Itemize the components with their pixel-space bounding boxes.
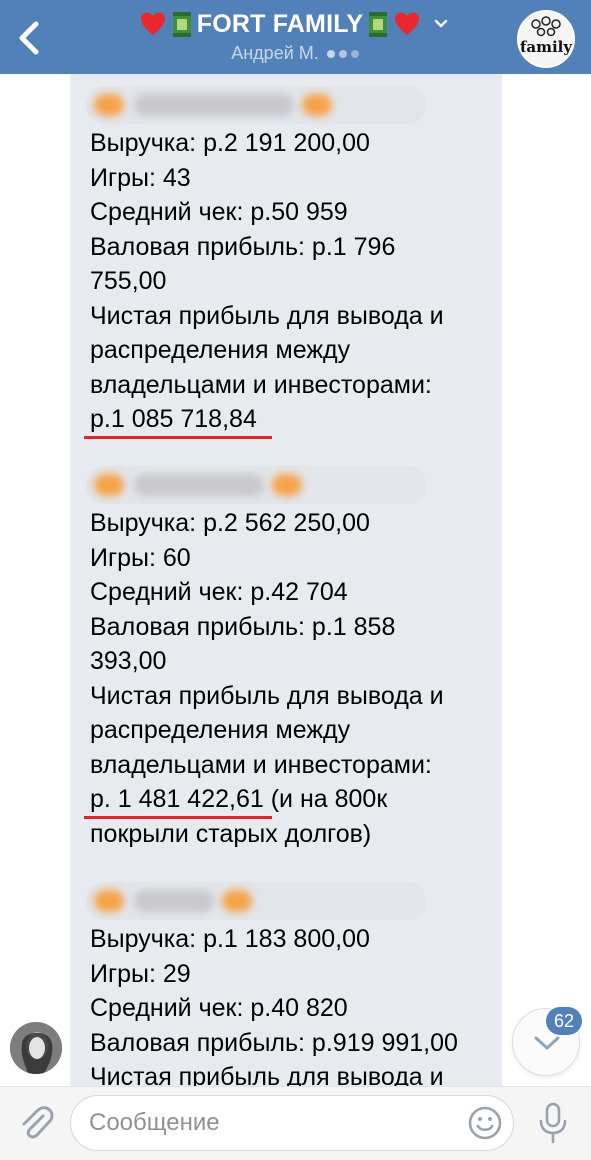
message-line: 393,00	[90, 647, 167, 675]
smile-icon[interactable]	[467, 1105, 503, 1141]
chat-title-area[interactable]: FORT FAMILY Андрей М.	[120, 6, 470, 64]
message-line: Выручка: р.2 191 200,00	[90, 129, 370, 157]
message-line: Чистая прибыль для вывода и	[90, 1063, 444, 1086]
back-button[interactable]	[10, 16, 50, 60]
message-line: покрыли старых долгов)	[90, 819, 372, 848]
message-line: распределения между	[90, 336, 351, 364]
message-line: Игры: 43	[90, 163, 191, 192]
sender-avatar[interactable]	[10, 1022, 62, 1074]
message-list[interactable]: Выручка: р.2 191 200,00 Игры: 43 Средний…	[0, 74, 591, 1086]
microphone-icon[interactable]	[536, 1101, 570, 1145]
message-composer	[0, 1086, 591, 1160]
message-line: Валовая прибыль: р.919 991,00	[90, 1028, 458, 1057]
blurred-heading	[86, 466, 426, 504]
typing-indicator	[326, 49, 359, 58]
message-input-box[interactable]	[70, 1095, 514, 1151]
message-line: Средний чек: р.50 959	[90, 198, 348, 226]
message-line: Средний чек: р.40 820	[90, 994, 348, 1022]
chat-title: FORT FAMILY	[196, 9, 364, 38]
message-input[interactable]	[89, 1108, 449, 1138]
blurred-heading	[86, 882, 426, 920]
family-logo: family	[519, 12, 573, 66]
heart-icon	[140, 12, 165, 35]
message-line: Чистая прибыль для вывода и	[90, 681, 444, 710]
message-line: Игры: 60	[90, 543, 191, 572]
message-line: Валовая прибыль: р.1 796	[90, 232, 396, 261]
blurred-heading	[86, 86, 426, 124]
message-line: владельцами и инвесторами:	[90, 750, 432, 779]
message-line: 755,00	[90, 267, 167, 295]
chat-header: FORT FAMILY Андрей М. family	[0, 0, 591, 74]
back-arrow-icon	[19, 21, 39, 55]
svg-text:family: family	[520, 38, 573, 56]
message-line-highlighted: р. 1 481 422,61 (и на 800к	[90, 785, 388, 813]
message-bubble: Выручка: р.2 191 200,00 Игры: 43 Средний…	[70, 74, 502, 1086]
red-underline	[84, 436, 272, 439]
unread-count-badge: 62	[546, 1007, 582, 1035]
message-line-highlighted: р.1 085 718,84	[90, 405, 257, 433]
message-block: Выручка: р.1 183 800,00 Игры: 29 Средний…	[86, 882, 490, 1086]
message-line: Игры: 29	[90, 959, 191, 988]
message-line: распределения между	[90, 716, 351, 744]
message-line: владельцами и инвесторами:	[90, 370, 432, 399]
green-can-icon	[369, 12, 388, 37]
message-line: Валовая прибыль: р.1 858	[90, 612, 396, 641]
arrow-down-icon	[534, 1036, 560, 1050]
red-underline	[84, 816, 272, 819]
green-can-icon	[172, 12, 191, 37]
user-photo	[10, 1022, 62, 1074]
message-block: Выручка: р.2 191 200,00 Игры: 43 Средний…	[86, 86, 490, 437]
message-block: Выручка: р.2 562 250,00 Игры: 60 Средний…	[86, 466, 490, 851]
message-line: Чистая прибыль для вывода и	[90, 301, 444, 330]
chat-subtitle: Андрей М.	[231, 43, 319, 63]
chat-avatar[interactable]: family	[517, 10, 575, 68]
message-line: Средний чек: р.42 704	[90, 578, 348, 606]
message-line: Выручка: р.1 183 800,00	[90, 925, 370, 953]
message-line: Выручка: р.2 562 250,00	[90, 509, 370, 537]
paperclip-icon[interactable]	[16, 1103, 56, 1143]
chevron-down-icon	[435, 19, 448, 28]
heart-icon	[395, 12, 420, 35]
